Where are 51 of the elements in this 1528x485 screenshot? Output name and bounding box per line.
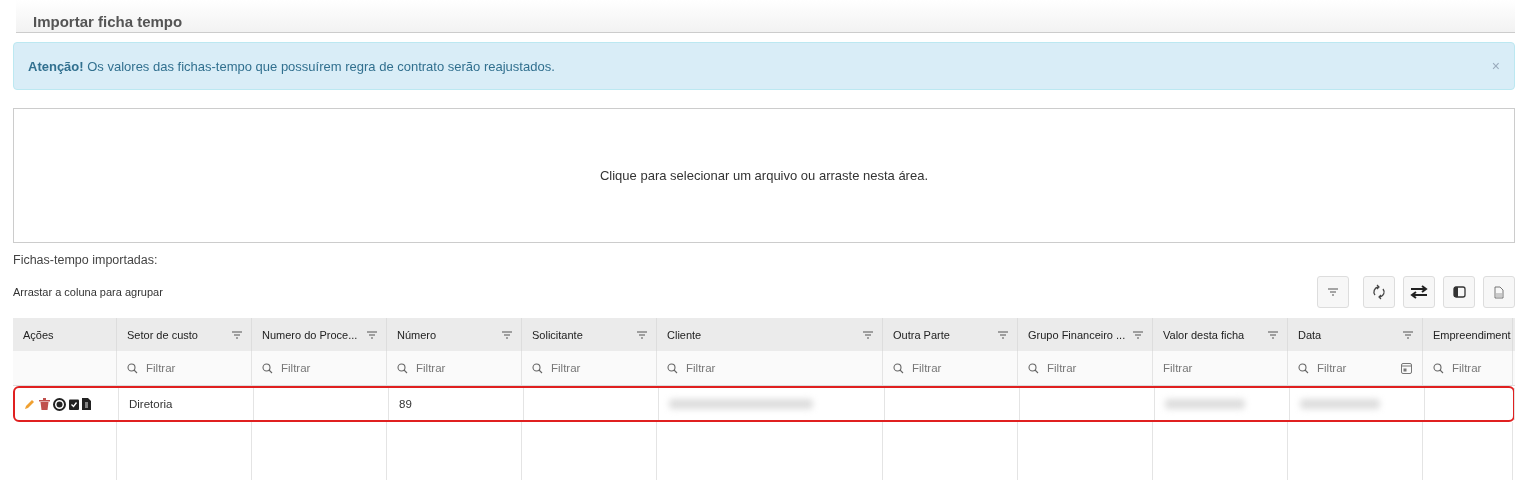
file-icon (1494, 285, 1504, 299)
search-icon (532, 362, 543, 374)
refresh-button[interactable] (1363, 276, 1395, 308)
table-cell: Diretoria (129, 398, 173, 410)
pencil-icon[interactable] (24, 398, 36, 410)
column-menu-icon[interactable] (636, 329, 648, 340)
search-icon (1028, 362, 1039, 374)
filter-field[interactable]: Filtrar (1047, 362, 1077, 374)
group-hint: Arrastar a coluna para agrupar (13, 286, 163, 298)
trash-icon[interactable] (39, 398, 50, 410)
filter-button[interactable] (1317, 276, 1349, 308)
filter-field[interactable]: Filtrar (551, 362, 581, 374)
search-icon (1298, 362, 1309, 374)
table-cell: 89 (399, 398, 412, 410)
file-drop-zone[interactable]: Clique para selecionar um arquivo ou arraste nesta área. (13, 108, 1515, 243)
search-icon (667, 362, 678, 374)
column-panel-button[interactable] (1443, 276, 1475, 308)
search-icon (397, 362, 408, 374)
column-menu-icon[interactable] (997, 329, 1009, 340)
document-icon[interactable] (82, 398, 91, 410)
filter-field[interactable]: Filtrar (416, 362, 446, 374)
column-menu-icon[interactable] (231, 329, 243, 340)
column-menu-icon[interactable] (501, 329, 513, 340)
blocked-circle-icon[interactable] (53, 397, 66, 411)
swap-arrows-icon (1410, 285, 1428, 299)
search-icon (262, 362, 273, 374)
filter-field[interactable]: Filtrar (686, 362, 716, 374)
filter-field[interactable]: Filtrar (1452, 362, 1482, 374)
filter-field[interactable]: Filtrar (1317, 362, 1347, 374)
filter-field[interactable]: Filtrar (1163, 362, 1193, 374)
column-menu-icon[interactable] (1267, 329, 1279, 340)
search-icon (893, 362, 904, 374)
export-button[interactable] (1483, 276, 1515, 308)
column-menu-icon[interactable] (862, 329, 874, 340)
panel-icon (1452, 286, 1466, 298)
section-label: Fichas-tempo importadas: (13, 253, 158, 267)
search-icon (127, 362, 138, 374)
filter-field[interactable]: Filtrar (281, 362, 311, 374)
search-icon (1433, 362, 1444, 374)
swap-button[interactable] (1403, 276, 1435, 308)
filter-field[interactable]: Filtrar (912, 362, 942, 374)
refresh-icon (1372, 284, 1386, 300)
alert-message: Atenção! Os valores das fichas-tempo que possuírem regra de contrato serão reajustados. (28, 58, 556, 74)
calendar-icon[interactable] (1401, 362, 1412, 374)
clipboard-check-icon[interactable] (69, 398, 79, 410)
filter-field[interactable]: Filtrar (146, 362, 176, 374)
column-menu-icon[interactable] (366, 329, 378, 340)
filter-icon (1327, 287, 1339, 297)
column-menu-icon[interactable] (1132, 329, 1144, 340)
column-menu-icon[interactable] (1402, 329, 1414, 340)
page-title: Importar ficha tempo (33, 13, 183, 32)
